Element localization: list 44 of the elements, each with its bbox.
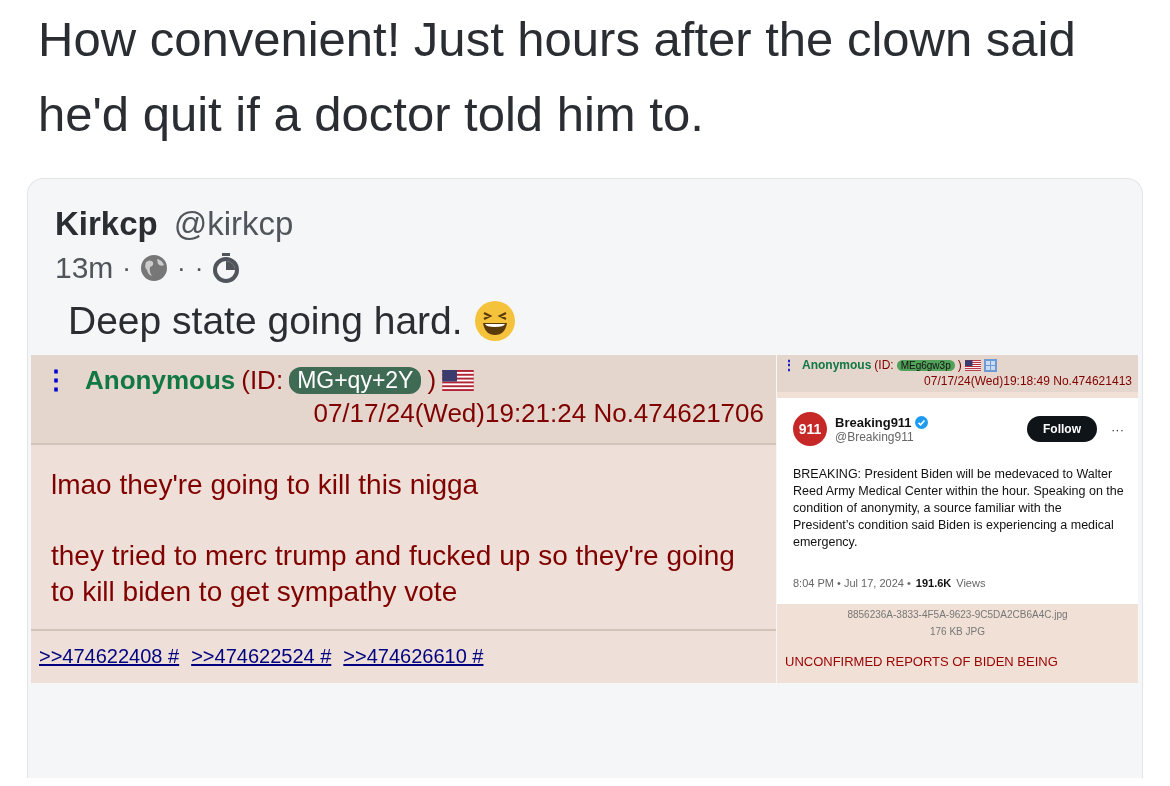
user-handle: @kirkcp [173,205,294,243]
quoted-text: Deep state going hard. [68,299,463,343]
flag-icon [964,359,981,371]
post-text: lmao they're going to kill this nigga [51,468,480,502]
verified-icon [914,415,928,429]
id-close: ) [957,358,962,372]
globe-icon [140,254,169,282]
account-handle: @Breaking911 [835,429,915,444]
post-subject: UNCONFIRMED REPORTS OF BIDEN BEING [784,653,1059,671]
separator-dot: · [122,252,132,284]
timer-icon [212,253,241,283]
tweet-time: 8:04 PM • Jul 17, 2024 • [793,577,911,589]
id-label: (ID: [241,365,284,396]
avatar-logo: 911 [793,412,827,446]
more-icon[interactable]: ··· [1111,421,1124,437]
window-icon [983,358,997,372]
separator-dot: · [194,252,204,284]
poster-id: MEg6gw3p [896,359,955,371]
post-timestamp: 07/17/24(Wed)19:21:24 No.474621706 [312,398,764,429]
post-timestamp: 07/17/24(Wed)19:18:49 No.474621413 [923,374,1132,388]
poster-id: MG+qy+2Y [289,367,422,394]
post-text: they tried to merc trump and fucked up so they're going to kill biden to get sympathy vote [51,539,736,609]
id-close: ) [427,365,437,396]
display-name: Kirkcp [55,205,158,243]
flag-icon [442,370,475,391]
laughing-face-icon [474,301,515,341]
tweet-text: BREAKING: President Biden will be medevaced to Walter Reed Army Medical Center within the hour. Speaking on the condition of anonymity, a source familiar with the President’s condition said Biden is experiencing a medical emergency. [793,466,1124,551]
separator-dot: · [177,252,186,284]
menu-icon[interactable]: ⋮ [43,365,79,396]
follow-button[interactable]: Follow [1027,416,1097,442]
reply-link[interactable]: >>474626610 # [343,645,484,668]
post-time: 13m [55,251,114,285]
post-text: How convenient! Just hours after the clown said he'd quit if a doctor told him to. [37,11,1077,143]
reply-link[interactable]: >>474622408 # [39,645,180,668]
poster-name: Anonymous [85,365,236,396]
file-size: 176 KB JPG [929,625,986,639]
account-name: Breaking911 [835,414,912,430]
view-count: 191.6K [915,577,952,589]
poster-name: Anonymous [802,358,872,372]
file-name: 8856236A-3833-4F5A-9623-9C5DA2CB6A4C.jpg [846,608,1069,622]
views-label: Views [956,577,986,589]
menu-icon[interactable]: ⋮ [783,358,799,372]
id-label: (ID: [874,358,894,372]
reply-link[interactable]: >>474622524 # [191,645,332,668]
